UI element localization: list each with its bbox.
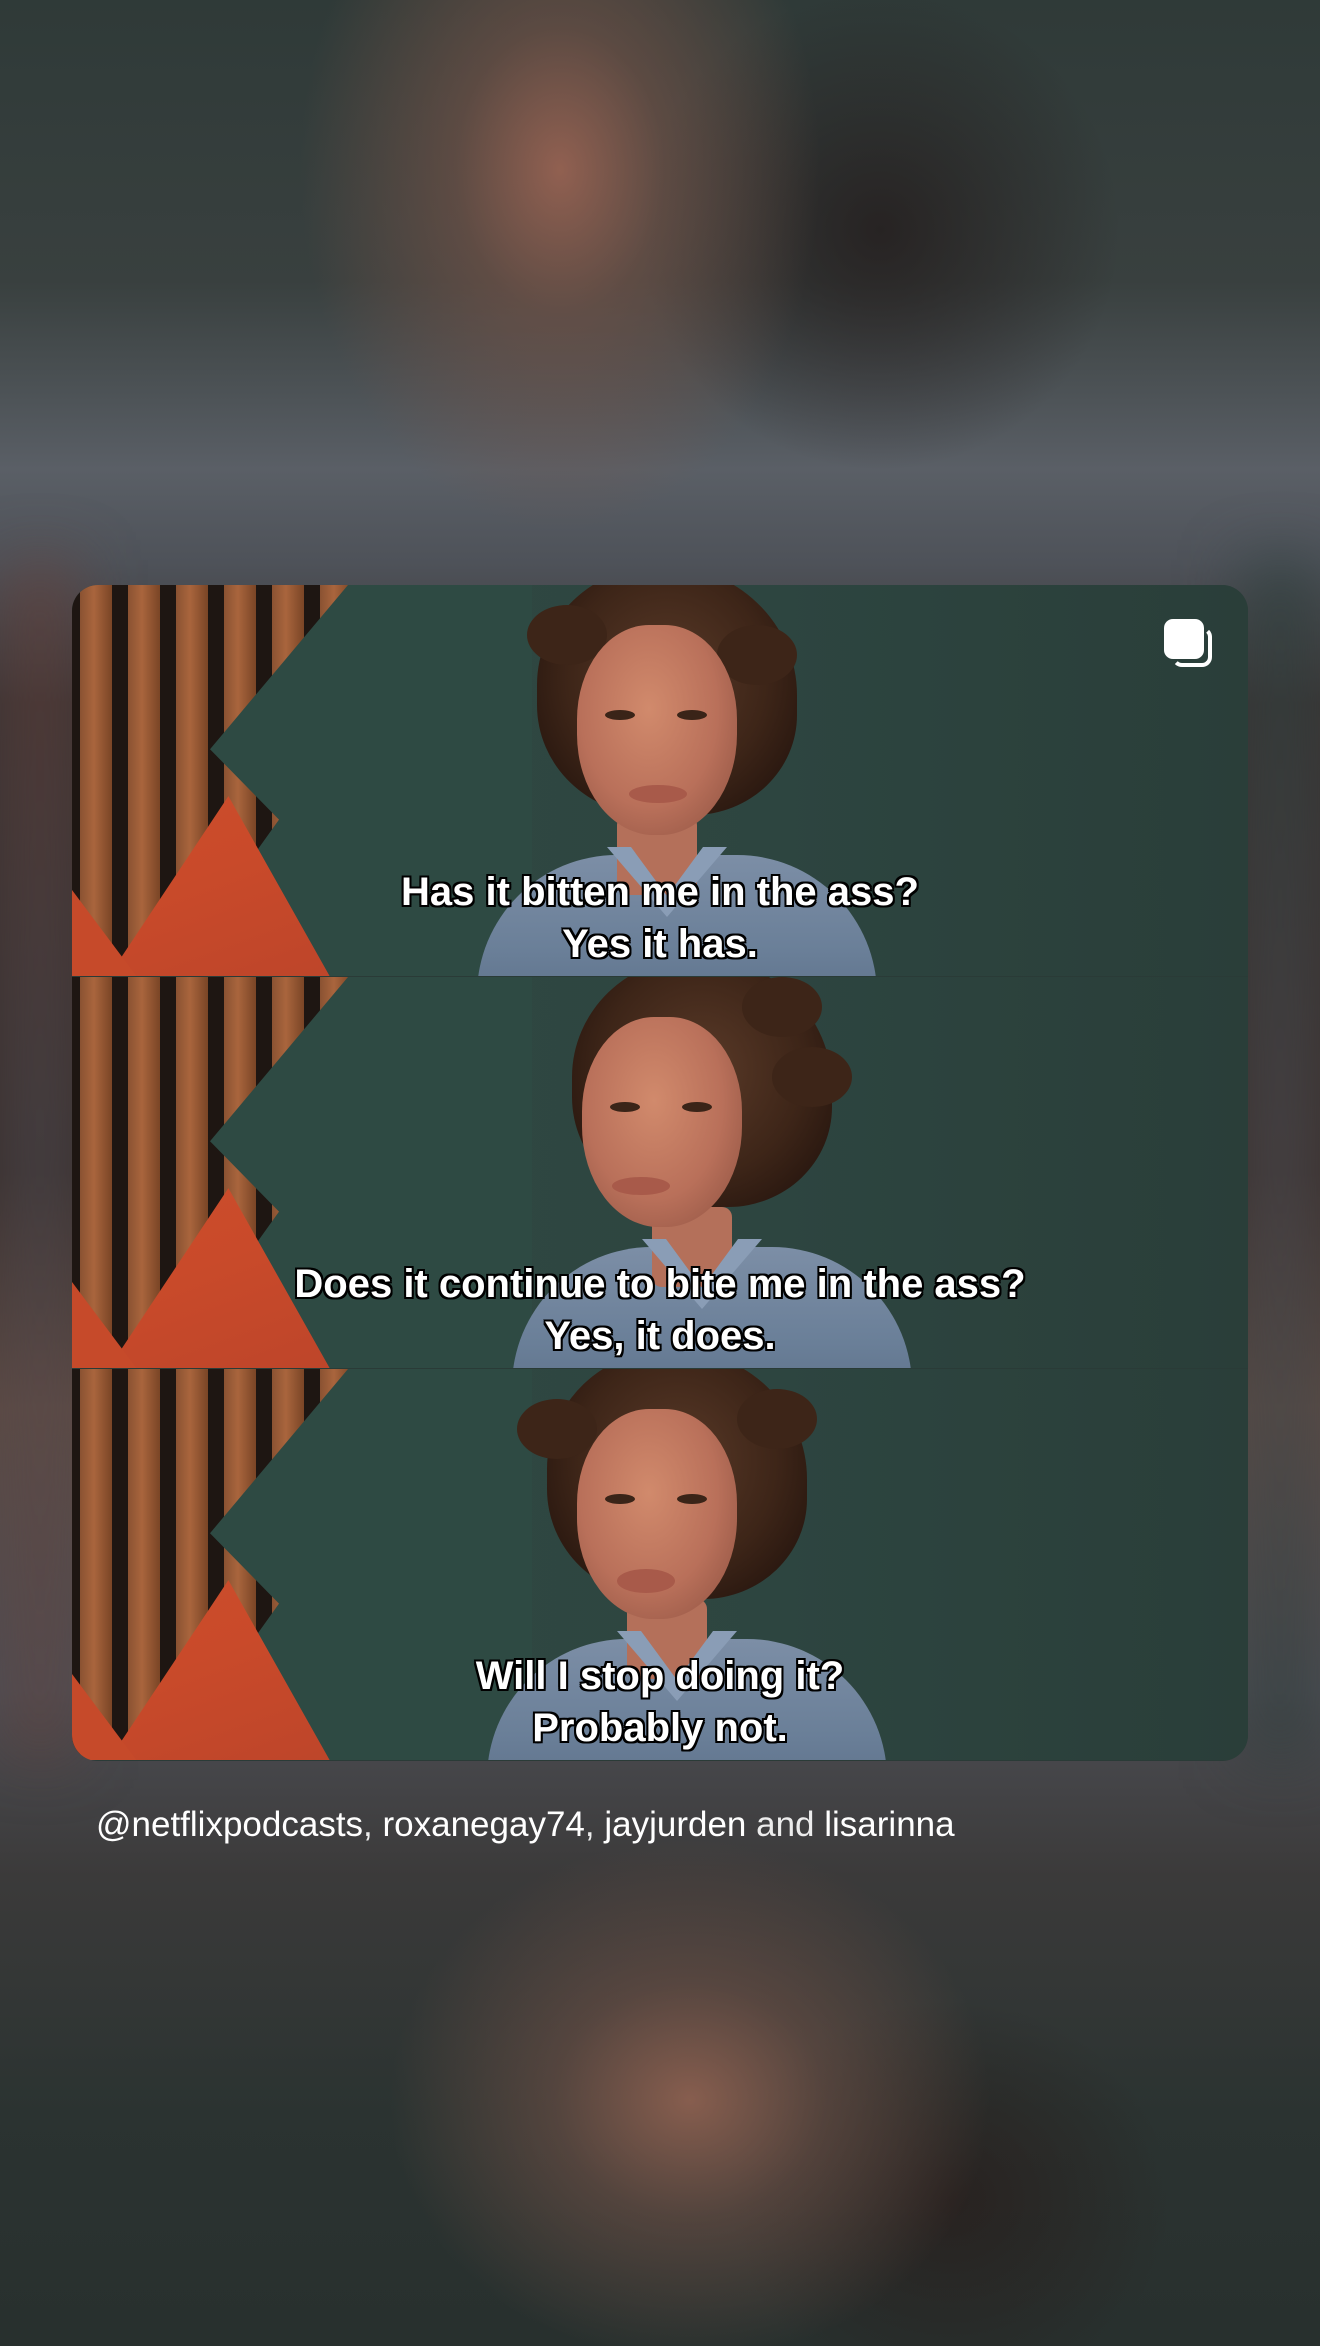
hair-spike (737, 1389, 817, 1449)
caption-separator: , (363, 1805, 383, 1844)
eye (605, 710, 635, 720)
caption-separator: , (584, 1805, 605, 1844)
post-image-frame: Has it bitten me in the ass? Yes it has. (72, 585, 1248, 976)
eye (677, 710, 707, 720)
shared-post-card[interactable]: Has it bitten me in the ass? Yes it has. (72, 585, 1248, 1761)
hair-spike (517, 1399, 597, 1459)
subtitle: Does it continue to bite me in the ass? … (72, 1258, 1248, 1362)
lips (629, 785, 687, 803)
lips (612, 1177, 670, 1195)
subtitle: Has it bitten me in the ass? Yes it has. (72, 866, 1248, 970)
multiple-images-icon (1164, 619, 1214, 669)
caption-separator: and (746, 1805, 825, 1844)
eye (605, 1494, 635, 1504)
lips (617, 1569, 675, 1593)
story-viewer: Has it bitten me in the ass? Yes it has. (0, 0, 1320, 2346)
face (582, 1017, 742, 1227)
face (577, 625, 737, 835)
post-image-frame: Will I stop doing it? Probably not. (72, 1369, 1248, 1760)
hair-spike (742, 977, 822, 1037)
multiple-images-icon-front (1164, 619, 1204, 659)
eye (610, 1102, 640, 1112)
subtitle-line: Will I stop doing it? (475, 1654, 845, 1698)
hair-spike (772, 1047, 852, 1107)
author-link[interactable]: lisarinna (824, 1805, 954, 1844)
subtitle-line: Does it continue to bite me in the ass? (294, 1262, 1026, 1306)
author-link[interactable]: @netflixpodcasts (96, 1805, 363, 1844)
face (577, 1409, 737, 1619)
subtitle-line: Probably not. (532, 1706, 788, 1750)
post-image-frame: Does it continue to bite me in the ass? … (72, 977, 1248, 1368)
post-authors-caption: @netflixpodcasts, roxanegay74, jayjurden… (96, 1803, 955, 1847)
subtitle-line: Has it bitten me in the ass? (401, 870, 919, 914)
author-link[interactable]: jayjurden (604, 1805, 746, 1844)
subtitle-line: Yes, it does. (544, 1314, 776, 1358)
blurred-background-right (1240, 560, 1320, 1760)
subtitle: Will I stop doing it? Probably not. (72, 1650, 1248, 1754)
blurred-background-left (0, 560, 80, 1760)
eye (682, 1102, 712, 1112)
author-link[interactable]: roxanegay74 (383, 1805, 585, 1844)
eye (677, 1494, 707, 1504)
subtitle-line: Yes it has. (562, 922, 758, 966)
